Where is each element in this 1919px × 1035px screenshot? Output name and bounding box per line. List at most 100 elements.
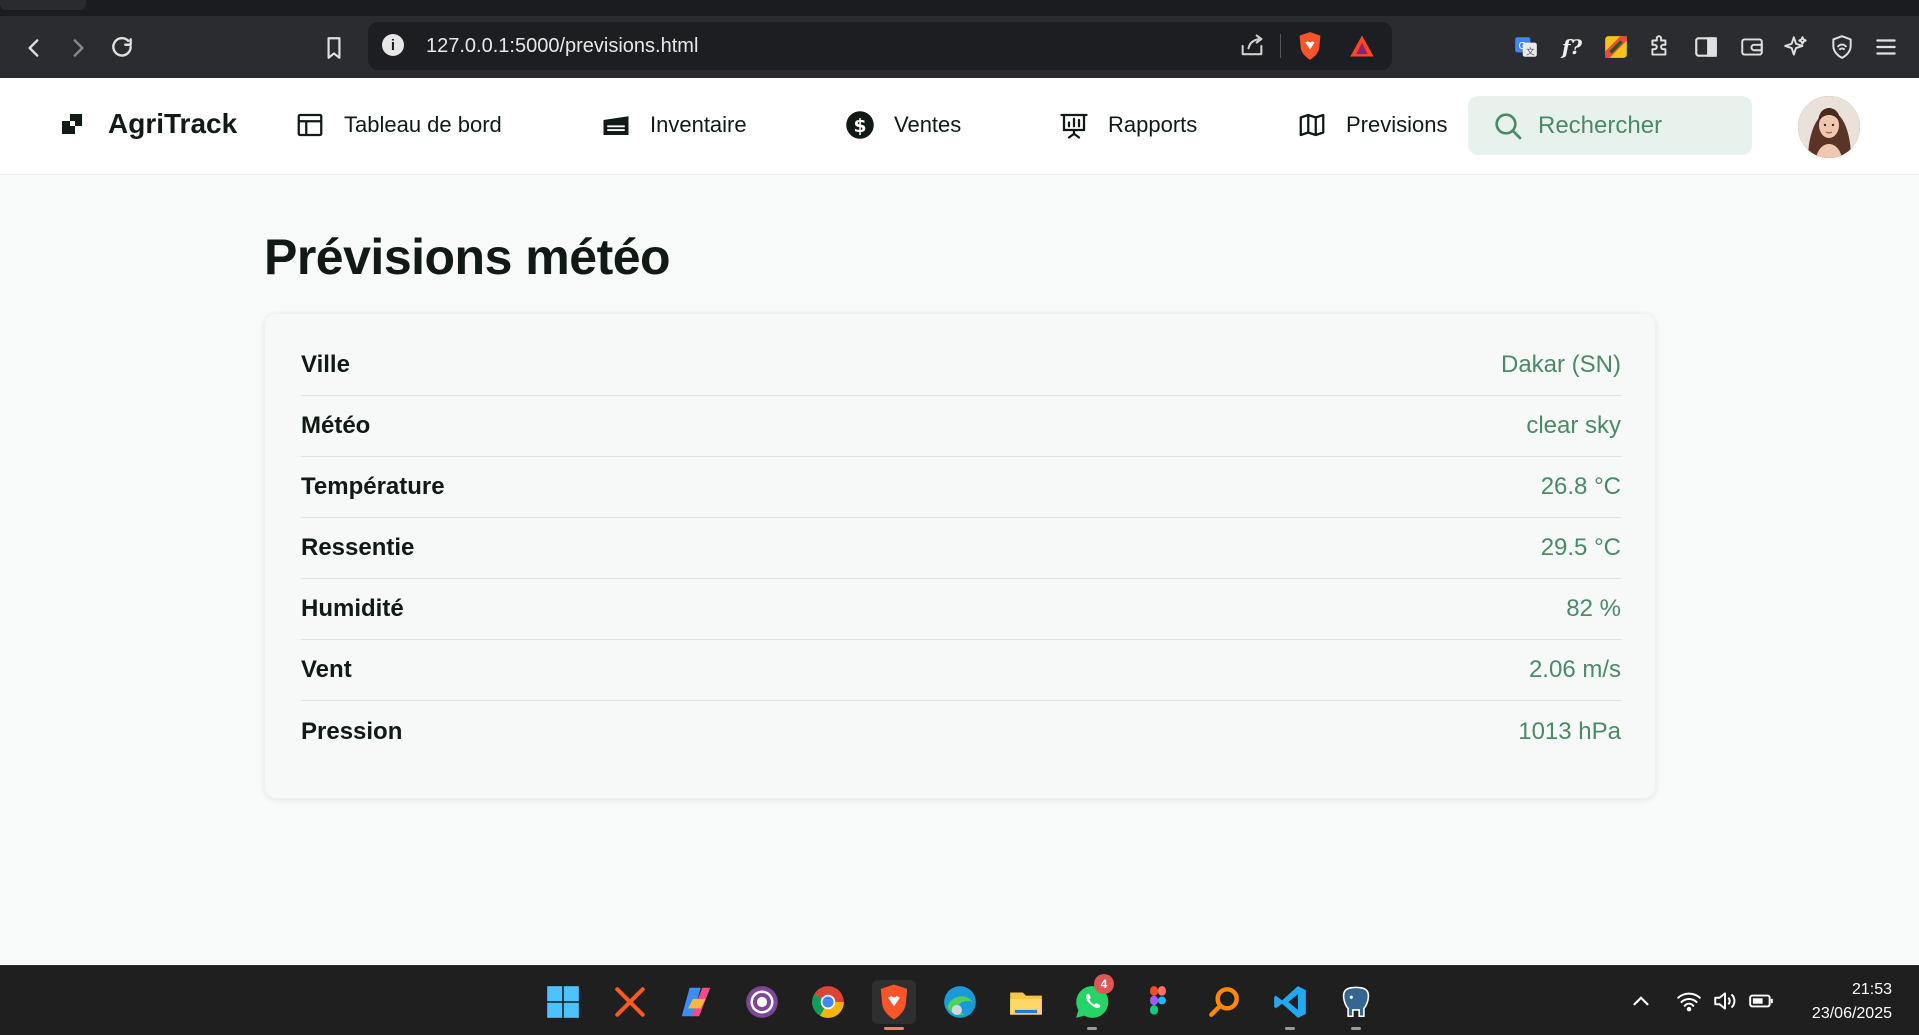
nav-item-tableau-de-bord[interactable]: Tableau de bord bbox=[294, 106, 502, 144]
taskbar-file-explorer[interactable] bbox=[1004, 980, 1048, 1024]
nav-item-ventes[interactable]: $ Ventes bbox=[844, 106, 961, 144]
taskbar-search-app[interactable] bbox=[1202, 980, 1246, 1024]
back-button[interactable] bbox=[16, 30, 52, 66]
taskbar: 4 21:53 23/06/2025 bbox=[0, 965, 1919, 1035]
running-indicator bbox=[1351, 1027, 1361, 1030]
warehouse-icon bbox=[600, 109, 632, 141]
agritrack-logo-icon[interactable] bbox=[62, 114, 82, 134]
weather-card: Ville Dakar (SN) Météo clear sky Tempéra… bbox=[264, 313, 1656, 799]
translate-extension-icon[interactable]: G文 bbox=[1510, 31, 1542, 63]
reload-button[interactable] bbox=[104, 30, 140, 66]
row-label: Humidité bbox=[301, 595, 404, 622]
menu-icon[interactable] bbox=[1870, 31, 1902, 63]
svg-text:G: G bbox=[1518, 41, 1526, 52]
row-label: Ressentie bbox=[301, 534, 415, 561]
weather-row-pression: Pression 1013 hPa bbox=[301, 701, 1621, 762]
running-indicator bbox=[1087, 1027, 1097, 1030]
nav-label: Inventaire bbox=[650, 112, 747, 137]
site-info-icon[interactable]: i bbox=[382, 34, 404, 56]
speaker-icon bbox=[1714, 992, 1736, 1010]
brave-rewards-icon[interactable] bbox=[1348, 32, 1376, 60]
row-value: 82 % bbox=[1566, 595, 1621, 622]
wallet-icon[interactable] bbox=[1736, 31, 1768, 63]
taskbar-figma[interactable] bbox=[1136, 980, 1180, 1024]
svg-text:文: 文 bbox=[1526, 46, 1535, 58]
nav-label: Tableau de bord bbox=[344, 112, 502, 137]
battery-icon bbox=[1749, 994, 1773, 1008]
nav-label: Rapports bbox=[1108, 112, 1198, 137]
leo-ai-icon[interactable] bbox=[1780, 31, 1812, 63]
taskbar-vscode[interactable] bbox=[1268, 980, 1312, 1030]
row-label: Température bbox=[301, 473, 445, 500]
taskbar-copilot[interactable] bbox=[674, 980, 718, 1024]
taskbar-pgadmin[interactable] bbox=[1334, 980, 1378, 1030]
x-app-icon bbox=[615, 987, 645, 1017]
bookmark-icon bbox=[327, 37, 341, 59]
taskbar-tor[interactable] bbox=[740, 980, 784, 1024]
page-title: Prévisions météo bbox=[264, 229, 671, 285]
row-value: 1013 hPa bbox=[1518, 717, 1621, 745]
folder-icon bbox=[1010, 992, 1042, 1015]
windows-icon bbox=[547, 986, 579, 1018]
search-input[interactable]: Rechercher bbox=[1468, 96, 1752, 155]
copilot-icon bbox=[681, 987, 711, 1017]
chevron-left-icon bbox=[28, 39, 39, 57]
taskbar-brave[interactable] bbox=[872, 980, 916, 1030]
show-hidden-icons-button[interactable] bbox=[1628, 988, 1654, 1019]
nav-item-previsions[interactable]: Previsions bbox=[1296, 106, 1447, 144]
app-header: AgriTrack Tableau de bord Inventaire $ V… bbox=[0, 78, 1919, 175]
active-indicator bbox=[884, 1027, 904, 1030]
row-value: 2.06 m/s bbox=[1528, 656, 1621, 683]
row-value: 26.8 °C bbox=[1540, 473, 1621, 500]
taskbar-whatsapp[interactable]: 4 bbox=[1070, 974, 1114, 1030]
currency-icon: $ bbox=[844, 109, 876, 141]
weather-row-humidite: Humidité 82 % bbox=[301, 579, 1621, 640]
taskbar-edge[interactable] bbox=[938, 980, 982, 1024]
url-text: 127.0.0.1:5000/previsions.html bbox=[426, 35, 699, 57]
bookmark-button[interactable] bbox=[316, 30, 352, 66]
nav-label: Ventes bbox=[894, 112, 962, 137]
system-clock[interactable]: 21:53 23/06/2025 bbox=[1782, 978, 1892, 1026]
running-indicator bbox=[1285, 1027, 1295, 1030]
clock-time: 21:53 bbox=[1851, 981, 1892, 998]
notification-badge: 4 bbox=[1094, 974, 1114, 994]
nav-item-inventaire[interactable]: Inventaire bbox=[600, 106, 747, 144]
divider bbox=[1280, 34, 1281, 58]
network-button[interactable] bbox=[1676, 988, 1702, 1019]
brave-shields-icon[interactable] bbox=[1296, 31, 1324, 61]
row-label: Vent bbox=[301, 656, 352, 683]
vpn-shield-icon[interactable] bbox=[1826, 31, 1858, 63]
weather-row-vent: Vent 2.06 m/s bbox=[301, 640, 1621, 701]
search-placeholder: Rechercher bbox=[1538, 111, 1663, 139]
brave-icon bbox=[880, 984, 908, 1020]
color-picker-extension-icon[interactable] bbox=[1600, 31, 1632, 63]
volume-button[interactable] bbox=[1712, 988, 1738, 1019]
weather-row-ressentie: Ressentie 29.5 °C bbox=[301, 518, 1621, 579]
brand-name[interactable]: AgriTrack bbox=[108, 108, 237, 140]
row-label: Météo bbox=[301, 412, 371, 439]
address-bar[interactable]: i 127.0.0.1:5000/previsions.html bbox=[368, 22, 1392, 70]
row-value: clear sky bbox=[1526, 412, 1621, 439]
svg-text:$: $ bbox=[853, 116, 866, 137]
nav-item-rapports[interactable]: Rapports bbox=[1058, 106, 1197, 144]
avatar[interactable] bbox=[1798, 96, 1860, 158]
taskbar-chrome[interactable] bbox=[806, 980, 850, 1024]
start-button[interactable] bbox=[541, 980, 585, 1024]
search-icon bbox=[1495, 112, 1522, 139]
row-label: Pression bbox=[301, 717, 403, 745]
map-icon bbox=[1296, 109, 1328, 141]
fontface-extension-icon[interactable]: f? bbox=[1556, 31, 1588, 63]
extensions-puzzle-icon[interactable] bbox=[1644, 31, 1676, 63]
share-icon[interactable] bbox=[1238, 32, 1266, 60]
edge-icon bbox=[944, 986, 976, 1018]
browser-tab[interactable] bbox=[0, 0, 86, 10]
browser-toolbar: i 127.0.0.1:5000/previsions.html G文 f? bbox=[0, 16, 1919, 78]
sidebar-toggle-icon[interactable] bbox=[1690, 31, 1722, 63]
taskbar-app-x[interactable] bbox=[608, 980, 652, 1024]
battery-button[interactable] bbox=[1748, 988, 1774, 1019]
tor-browser-icon bbox=[746, 986, 778, 1018]
row-value: Dakar (SN) bbox=[1500, 351, 1621, 378]
forward-button[interactable] bbox=[60, 30, 96, 66]
wifi-icon bbox=[1677, 992, 1701, 1012]
weather-row-ville: Ville Dakar (SN) bbox=[301, 335, 1621, 396]
